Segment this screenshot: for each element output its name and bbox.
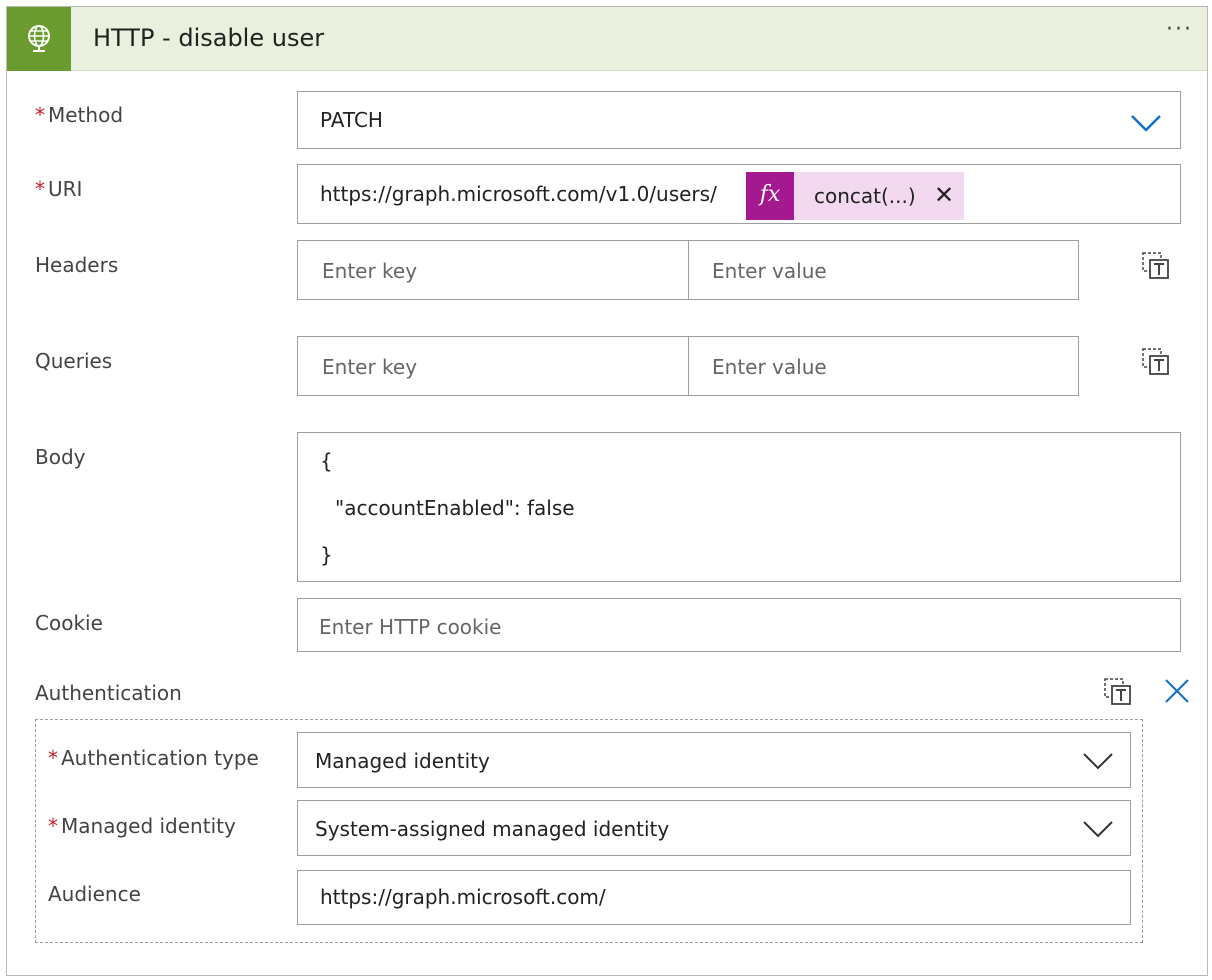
managed-identity-value: System-assigned managed identity: [315, 817, 670, 841]
token-label: concat(...): [814, 184, 916, 208]
audience-input[interactable]: https://graph.microsoft.com/: [297, 870, 1131, 925]
headers-label: Headers: [35, 253, 119, 277]
audience-label: Audience: [48, 882, 141, 906]
authentication-type-value: Managed identity: [315, 749, 490, 773]
body-label: Body: [35, 445, 86, 469]
headers-key-input[interactable]: Enter key: [322, 259, 417, 283]
authentication-type-dropdown[interactable]: Managed identity: [297, 732, 1131, 788]
switch-to-text-mode-icon[interactable]: [1141, 347, 1171, 377]
cookie-input[interactable]: Enter HTTP cookie: [297, 598, 1181, 652]
http-action-card: HTTP - disable user ··· * Method PATCH * U…: [6, 6, 1208, 976]
switch-to-text-mode-icon[interactable]: [1141, 251, 1171, 281]
queries-key-input[interactable]: Enter key: [322, 355, 417, 379]
queries-label: Queries: [35, 349, 113, 373]
queries-row: Enter key Enter value: [297, 336, 1079, 396]
field-divider: [688, 241, 689, 299]
expression-fx-icon: fx: [746, 172, 794, 220]
close-icon[interactable]: [1163, 677, 1191, 705]
cookie-placeholder: Enter HTTP cookie: [319, 615, 502, 639]
body-textarea[interactable]: { "accountEnabled": false }: [297, 432, 1181, 582]
uri-label: * URI: [35, 177, 83, 201]
authentication-type-label: * Authentication type: [48, 746, 259, 770]
body-line: {: [320, 449, 333, 473]
managed-identity-dropdown[interactable]: System-assigned managed identity: [297, 800, 1131, 856]
method-dropdown[interactable]: PATCH: [297, 91, 1181, 149]
uri-input[interactable]: https://graph.microsoft.com/v1.0/users/ …: [297, 164, 1181, 224]
method-value: PATCH: [320, 108, 383, 132]
authentication-group: * Authentication type Managed identity * M…: [35, 719, 1143, 943]
more-options-icon[interactable]: ···: [1166, 17, 1193, 42]
chevron-down-icon: [1083, 753, 1113, 770]
body-line: "accountEnabled": false: [335, 496, 575, 520]
card-title: HTTP - disable user: [93, 24, 325, 52]
chevron-down-icon: [1083, 821, 1113, 838]
expression-token[interactable]: concat(...) ✕: [794, 172, 964, 220]
managed-identity-label: * Managed identity: [48, 814, 236, 838]
globe-icon: [28, 25, 50, 52]
card-header[interactable]: HTTP - disable user ···: [7, 7, 1207, 71]
headers-value-input[interactable]: Enter value: [712, 259, 827, 283]
token-remove-icon[interactable]: ✕: [934, 181, 954, 209]
queries-value-input[interactable]: Enter value: [712, 355, 827, 379]
body-line: }: [320, 543, 333, 567]
field-divider: [688, 337, 689, 395]
method-label: * Method: [35, 103, 124, 127]
switch-to-text-mode-icon[interactable]: [1103, 677, 1133, 707]
audience-value: https://graph.microsoft.com/: [320, 885, 606, 909]
uri-value: https://graph.microsoft.com/v1.0/users/: [320, 182, 717, 206]
chevron-down-icon: [1131, 115, 1161, 132]
header-icon-box: [7, 7, 71, 71]
cookie-label: Cookie: [35, 611, 103, 635]
headers-row: Enter key Enter value: [297, 240, 1079, 300]
authentication-label: Authentication: [35, 681, 182, 705]
